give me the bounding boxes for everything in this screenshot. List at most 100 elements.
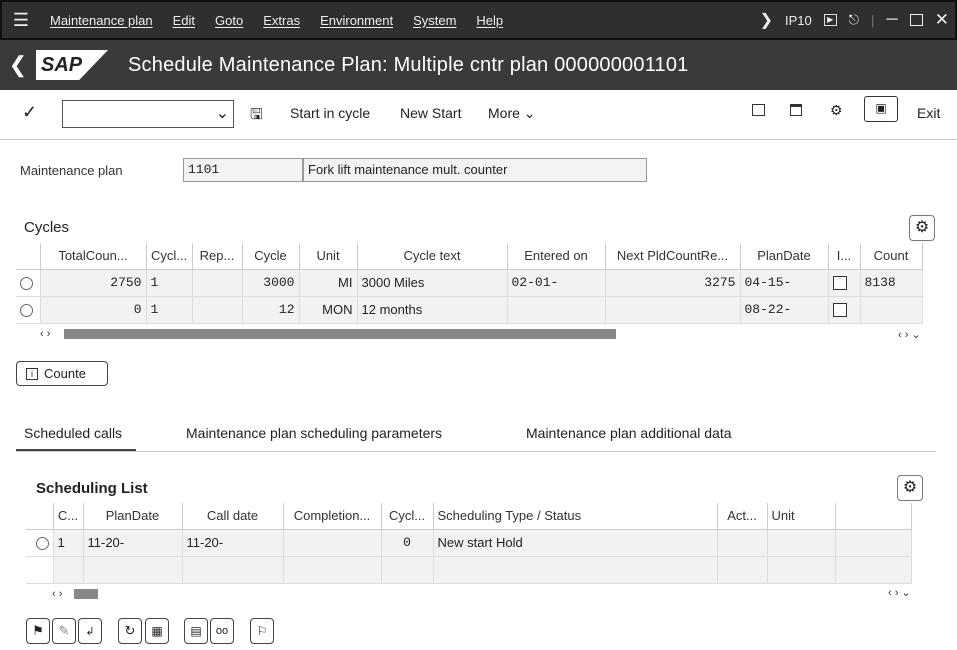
menu-maintenance-plan[interactable]: Maintenance plan [40, 13, 163, 28]
counter-button[interactable]: i Counte [16, 361, 108, 386]
column-header[interactable]: Next PldCountRe... [605, 243, 741, 270]
scroll-arrows[interactable]: ‹ › ⌄ [888, 586, 911, 599]
column-header[interactable]: Act... [717, 503, 768, 530]
detail-icon[interactable]: ↲ [78, 618, 102, 644]
application-toolbar: ✓ ⌄ 🖫 Start in cycle New Start More ⌄ ⚙ … [0, 90, 957, 140]
cell: 12 [242, 296, 300, 324]
menu-system[interactable]: System [403, 13, 466, 28]
row-selector[interactable] [26, 529, 54, 557]
cell[interactable] [828, 269, 861, 297]
cell [717, 556, 768, 584]
hamburger-menu-icon[interactable]: ☰ [2, 10, 40, 31]
menu-environment[interactable]: Environment [310, 13, 403, 28]
scheduling-settings-gear-icon[interactable]: ⚙ [897, 475, 923, 501]
glasses-icon[interactable]: oo [210, 618, 234, 644]
cell [835, 529, 912, 557]
column-header[interactable]: Cycle [242, 243, 300, 270]
back-icon[interactable]: ❮ [0, 52, 36, 78]
menu-edit[interactable]: Edit [163, 13, 205, 28]
column-header[interactable]: Call date [182, 503, 284, 530]
column-header[interactable]: Unit [299, 243, 358, 270]
create-session-icon[interactable] [752, 103, 765, 119]
column-header[interactable]: Cycl... [146, 243, 193, 270]
column-header[interactable]: Cycle text [357, 243, 508, 270]
column-header[interactable]: I... [828, 243, 861, 270]
row-selector[interactable] [16, 296, 41, 324]
cell[interactable] [828, 296, 861, 324]
cell [83, 556, 183, 584]
info-icon: i [26, 367, 38, 380]
column-header[interactable]: C... [53, 503, 84, 530]
column-header[interactable]: Unit [767, 503, 836, 530]
column-header[interactable]: PlanDate [83, 503, 183, 530]
maintenance-plan-number-field: 1101 [183, 158, 303, 182]
column-header[interactable]: TotalCoun... [40, 243, 147, 270]
menu-extras[interactable]: Extras [253, 13, 310, 28]
unlock-icon[interactable]: ⎋ [849, 12, 859, 28]
help-icon[interactable]: ▣ [864, 96, 898, 122]
horizontal-scrollbar[interactable] [74, 589, 98, 599]
table-row[interactable]: 0 1 12 MON 12 months 08-22- [16, 296, 923, 324]
cell: 3275 [605, 269, 741, 297]
table-row[interactable]: 2750 1 3000 MI 3000 Miles 02-01- 3275 04… [16, 269, 923, 297]
chevron-right-icon[interactable]: ❯ [760, 10, 773, 30]
close-icon[interactable]: ✕ [935, 10, 949, 30]
scroll-arrows[interactable]: ‹ › ⌄ [898, 328, 921, 341]
row-radio[interactable] [35, 537, 49, 551]
column-header[interactable]: Completion... [283, 503, 382, 530]
column-header [16, 243, 41, 270]
cell [605, 296, 741, 324]
column-header[interactable]: Count [860, 243, 923, 270]
flag-icon[interactable]: ⚑ [26, 618, 50, 644]
tab-scheduled-calls[interactable]: Scheduled calls [24, 425, 122, 441]
tab-scheduling-parameters[interactable]: Maintenance plan scheduling parameters [186, 425, 442, 441]
row-radio[interactable] [20, 304, 33, 318]
page-title: Schedule Maintenance Plan: Multiple cntr… [128, 53, 689, 76]
start-in-cycle-button[interactable]: Start in cycle [290, 105, 370, 121]
counter-button-label: Counte [44, 366, 86, 381]
more-button[interactable]: More ⌄ [488, 105, 536, 122]
tab-additional-data[interactable]: Maintenance plan additional data [526, 425, 732, 441]
checkbox[interactable] [832, 276, 847, 291]
checkbox[interactable] [832, 303, 847, 318]
column-header[interactable]: Scheduling Type / Status [433, 503, 718, 530]
more-label: More [488, 105, 520, 121]
cell [283, 529, 382, 557]
column-header[interactable]: PlanDate [740, 243, 829, 270]
column-header[interactable]: Cycl... [381, 503, 434, 530]
menu-help[interactable]: Help [466, 13, 513, 28]
edit-pencil-icon[interactable]: ✎ [52, 618, 76, 644]
calendar-icon[interactable]: ▦ [145, 618, 169, 644]
save-icon[interactable]: 🖫 [250, 104, 263, 129]
table-row[interactable]: 1 11-20- 11-20- 0 New start Hold [26, 529, 912, 557]
exit-button[interactable]: Exit [917, 105, 940, 121]
checkmark-icon[interactable]: ✓ [22, 102, 37, 123]
cell [192, 296, 243, 324]
cell: 3000 [242, 269, 300, 297]
column-header[interactable]: Rep... [192, 243, 243, 270]
command-field[interactable]: ⌄ [62, 100, 234, 128]
new-window-icon[interactable] [790, 103, 802, 119]
row-selector[interactable] [16, 269, 41, 297]
cell [192, 269, 243, 297]
customize-icon[interactable]: ⚙ [830, 102, 843, 119]
scroll-arrows[interactable]: ‹ › [40, 328, 50, 340]
calculator-icon[interactable]: ▤ [184, 618, 208, 644]
refresh-icon[interactable]: ↻ [118, 618, 142, 644]
play-icon[interactable]: ▶ [823, 14, 837, 26]
row-radio[interactable] [20, 277, 33, 291]
table-row[interactable] [26, 556, 912, 584]
chevron-down-icon[interactable]: ⌄ [216, 103, 229, 123]
cycles-settings-gear-icon[interactable]: ⚙ [909, 215, 935, 241]
maximize-icon[interactable] [909, 14, 923, 26]
new-start-button[interactable]: New Start [400, 105, 461, 121]
scroll-arrows[interactable]: ‹ › [52, 588, 62, 600]
horizontal-scrollbar[interactable] [64, 329, 616, 339]
column-header[interactable]: Entered on [507, 243, 606, 270]
minimize-icon[interactable]: ─ [886, 11, 897, 29]
flag-settings-icon[interactable]: ⚐ [250, 618, 274, 644]
row-selector [26, 556, 54, 584]
cell: 8138 [860, 269, 923, 297]
menu-goto[interactable]: Goto [205, 13, 253, 28]
scheduling-list-title: Scheduling List [36, 480, 148, 497]
